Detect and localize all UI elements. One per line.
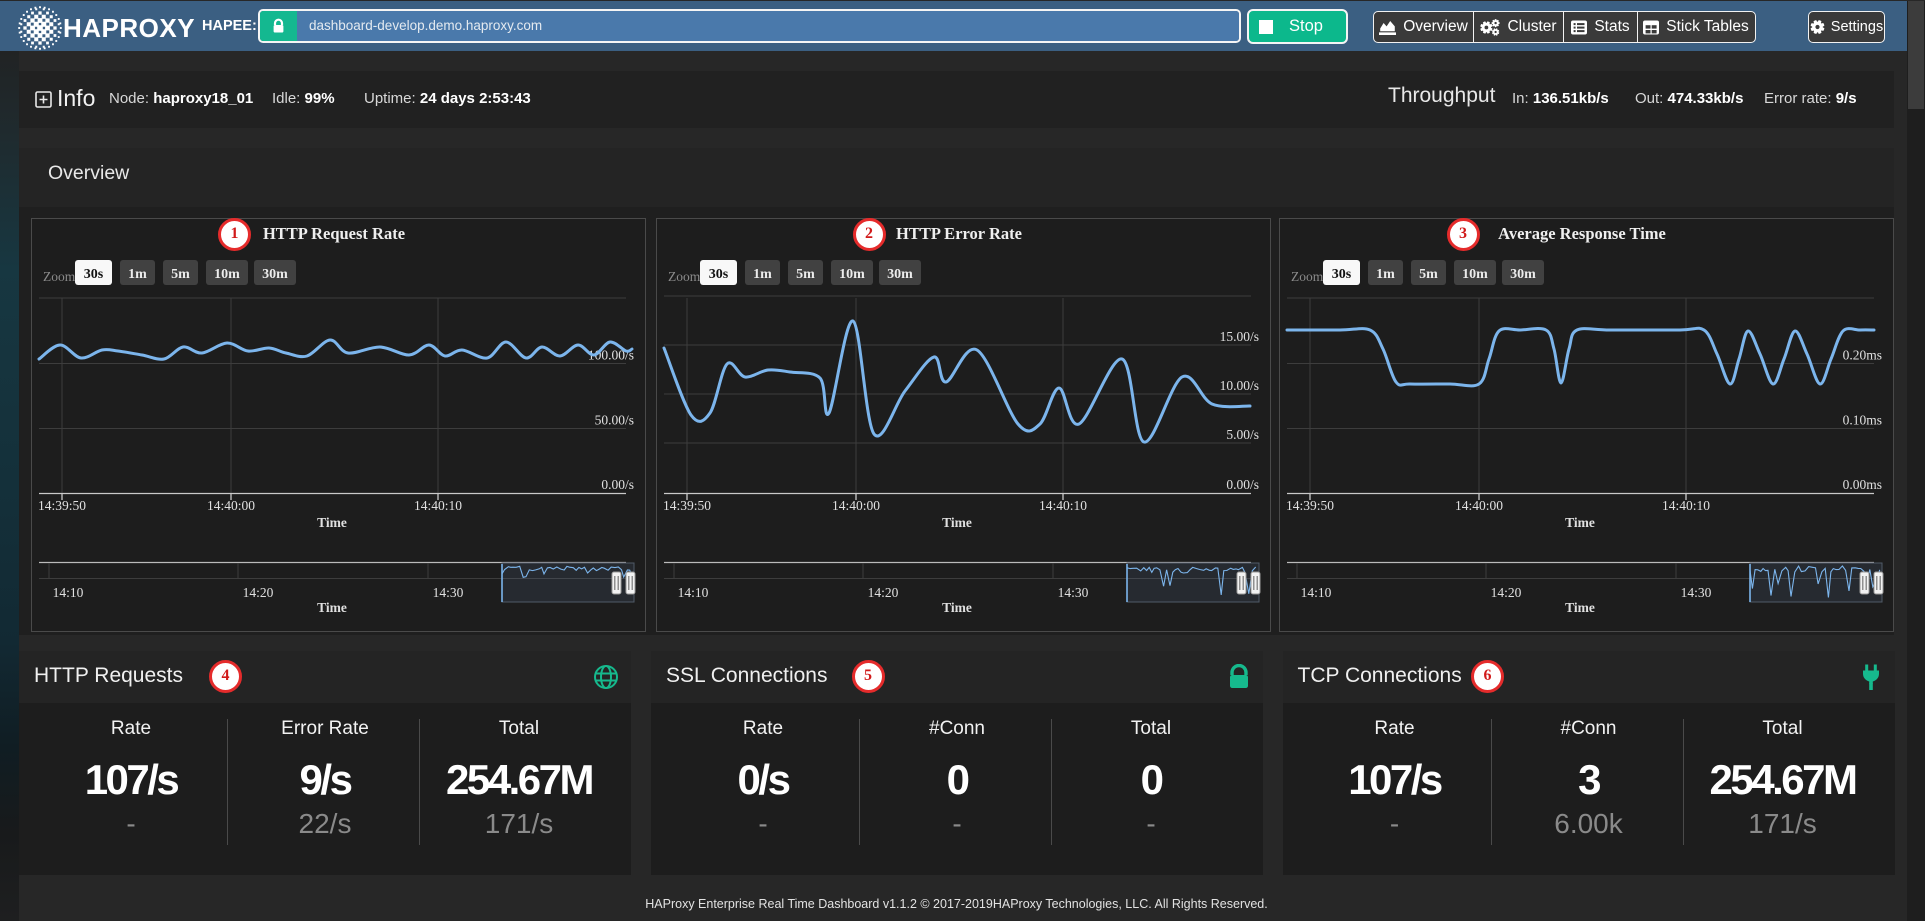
svg-text:5m: 5m [796,267,815,282]
svg-text:10m: 10m [214,267,240,282]
svg-text:10.00/s: 10.00/s [1220,378,1259,393]
svg-text:14:20: 14:20 [1491,585,1522,600]
svg-text:50.00/s: 50.00/s [595,413,634,428]
svg-text:0.00/s: 0.00/s [1226,477,1259,492]
svg-text:14:30: 14:30 [433,585,464,600]
svg-text:0.10ms: 0.10ms [1843,413,1882,428]
svg-text:30m: 30m [887,267,913,282]
svg-text:14:40:10: 14:40:10 [1039,498,1087,513]
svg-text:14:39:50: 14:39:50 [1286,498,1334,513]
svg-text:14:39:50: 14:39:50 [663,498,711,513]
svg-text:14:10: 14:10 [53,585,84,600]
svg-text:14:40:00: 14:40:00 [1455,498,1503,513]
svg-text:14:20: 14:20 [243,585,274,600]
svg-text:5.00/s: 5.00/s [1226,427,1259,442]
svg-text:30s: 30s [1332,267,1352,282]
svg-text:14:30: 14:30 [1681,585,1712,600]
svg-text:1m: 1m [1376,267,1395,282]
svg-text:14:10: 14:10 [678,585,709,600]
svg-text:5m: 5m [1419,267,1438,282]
svg-text:0.00ms: 0.00ms [1843,477,1882,492]
svg-text:0.20ms: 0.20ms [1843,348,1882,363]
svg-text:Time: Time [1565,515,1595,530]
svg-text:Time: Time [1565,600,1595,615]
svg-text:Zoom: Zoom [43,269,76,284]
svg-text:10m: 10m [1462,267,1488,282]
svg-text:10m: 10m [839,267,865,282]
svg-text:1m: 1m [128,267,147,282]
svg-text:0.00/s: 0.00/s [601,477,634,492]
svg-text:14:40:10: 14:40:10 [414,498,462,513]
svg-text:14:10: 14:10 [1301,585,1332,600]
svg-text:Time: Time [942,600,972,615]
svg-text:30s: 30s [84,267,104,282]
svg-text:Zoom: Zoom [1291,269,1324,284]
svg-text:Zoom: Zoom [668,269,701,284]
svg-text:14:39:50: 14:39:50 [38,498,86,513]
svg-text:14:30: 14:30 [1058,585,1089,600]
svg-text:Time: Time [942,515,972,530]
svg-text:1m: 1m [753,267,772,282]
svg-text:14:20: 14:20 [868,585,899,600]
svg-text:14:40:00: 14:40:00 [832,498,880,513]
svg-text:Time: Time [317,515,347,530]
svg-text:14:40:10: 14:40:10 [1662,498,1710,513]
svg-text:30m: 30m [262,267,288,282]
svg-text:30s: 30s [709,267,729,282]
svg-text:30m: 30m [1510,267,1536,282]
svg-text:15.00/s: 15.00/s [1220,329,1259,344]
svg-text:Time: Time [317,600,347,615]
svg-text:14:40:00: 14:40:00 [207,498,255,513]
svg-text:5m: 5m [171,267,190,282]
